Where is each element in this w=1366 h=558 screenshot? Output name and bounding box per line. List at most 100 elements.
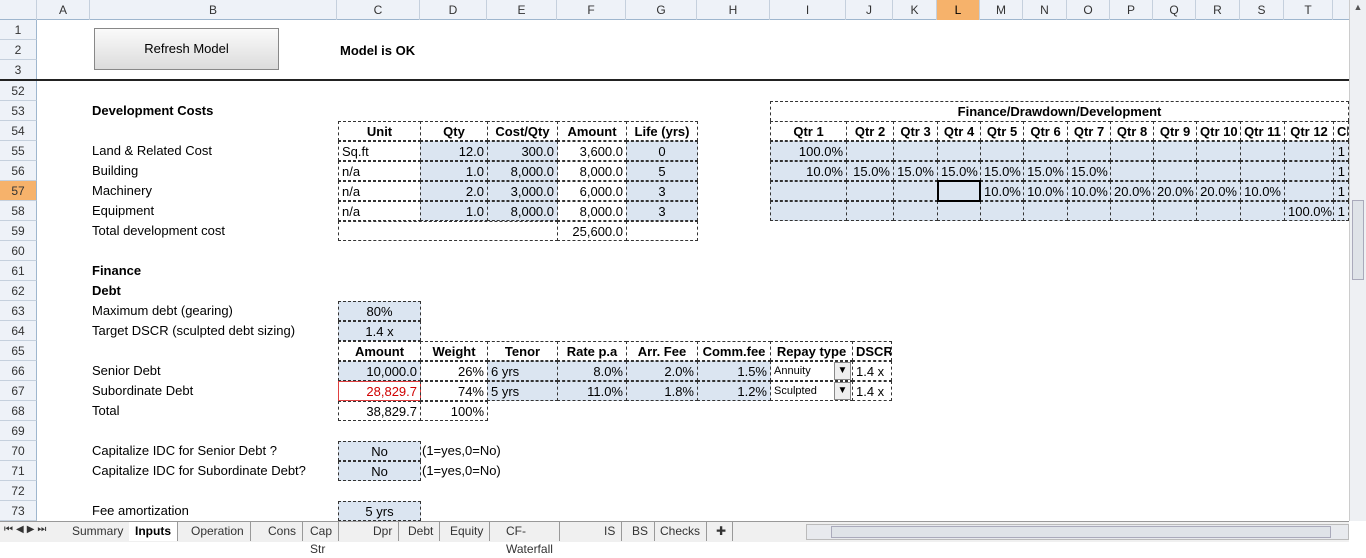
drawdown-cell[interactable]	[1240, 141, 1285, 161]
drawdown-cell[interactable]	[937, 201, 981, 221]
drawdown-cell[interactable]: 20.0%	[1110, 181, 1154, 201]
sheet-tab-bs[interactable]: BS	[626, 522, 656, 541]
drawdown-cell[interactable]: 15.0%	[1023, 161, 1068, 181]
sheet-tab-cons[interactable]: Cons	[262, 522, 304, 541]
senior-comm-fee-input[interactable]: 1.5%	[697, 361, 771, 381]
row-header[interactable]: 62	[0, 281, 37, 301]
row-header[interactable]: 63	[0, 301, 37, 321]
refresh-model-button[interactable]: Refresh Model	[94, 28, 279, 70]
row-header[interactable]: 58	[0, 201, 37, 221]
row-header[interactable]: 67	[0, 381, 37, 401]
senior-arr-fee-input[interactable]: 2.0%	[626, 361, 698, 381]
debt-total-amount[interactable]: 38,829.7	[338, 401, 421, 421]
dev-cost-cell[interactable]: 8,000.0	[487, 161, 558, 181]
sheet-tab-summary[interactable]: Summary	[66, 522, 131, 541]
row-header[interactable]: 3	[0, 60, 37, 80]
drawdown-cell[interactable]: 10.0%	[980, 181, 1024, 201]
col-header-h[interactable]: H	[697, 0, 770, 20]
drawdown-cell[interactable]	[893, 201, 938, 221]
sheet-tab-checks[interactable]: Checks	[654, 522, 708, 541]
drawdown-cell[interactable]	[846, 141, 894, 161]
drawdown-cell[interactable]	[1110, 141, 1154, 161]
drawdown-cell[interactable]: 1	[1333, 161, 1349, 181]
dev-qty-cell[interactable]: 1.0	[420, 201, 488, 221]
col-header-q[interactable]: Q	[1153, 0, 1196, 20]
sheet-tab-debt[interactable]: Debt	[402, 522, 441, 541]
dev-qty-cell[interactable]: 12.0	[420, 141, 488, 161]
drawdown-cell[interactable]	[937, 141, 981, 161]
drawdown-cell[interactable]: 100.0%	[1284, 201, 1334, 221]
dev-amount-cell[interactable]: 8,000.0	[557, 201, 627, 221]
row-header[interactable]: 68	[0, 401, 37, 421]
dev-life-cell[interactable]: 0	[626, 141, 698, 161]
row-header[interactable]: 61	[0, 261, 37, 281]
drawdown-cell[interactable]	[1067, 141, 1111, 161]
fee-amortization-input[interactable]: 5 yrs	[338, 501, 421, 521]
col-header-e[interactable]: E	[487, 0, 557, 20]
row-header[interactable]: 56	[0, 161, 37, 181]
sheet-tab-inputs[interactable]: Inputs	[129, 522, 178, 541]
col-header-k[interactable]: K	[893, 0, 937, 20]
row-header[interactable]: 70	[0, 441, 37, 461]
drawdown-cell[interactable]	[893, 141, 938, 161]
dev-amount-cell[interactable]: 8,000.0	[557, 161, 627, 181]
dev-cost-cell[interactable]: 3,000.0	[487, 181, 558, 201]
drawdown-cell[interactable]	[1196, 161, 1241, 181]
row-header[interactable]: 59	[0, 221, 37, 241]
drawdown-cell[interactable]	[1284, 161, 1334, 181]
drawdown-cell[interactable]	[1284, 141, 1334, 161]
drawdown-cell[interactable]: 15.0%	[1067, 161, 1111, 181]
sheet-tab-dpr[interactable]: Dpr	[367, 522, 400, 541]
dev-total-blank[interactable]	[338, 221, 558, 241]
row-header[interactable]: 2	[0, 40, 37, 60]
col-header-s[interactable]: S	[1240, 0, 1284, 20]
col-header-p[interactable]: P	[1110, 0, 1153, 20]
drawdown-cell[interactable]: 1	[1333, 201, 1349, 221]
drawdown-cell[interactable]	[846, 201, 894, 221]
drawdown-cell[interactable]: 10.0%	[1023, 181, 1068, 201]
drawdown-cell[interactable]	[1153, 161, 1197, 181]
row-header[interactable]: 60	[0, 241, 37, 261]
scroll-thumb[interactable]	[1352, 200, 1364, 280]
row-header[interactable]: 66	[0, 361, 37, 381]
drawdown-cell[interactable]	[1023, 141, 1068, 161]
drawdown-cell[interactable]	[770, 181, 847, 201]
dropdown-arrow-icon[interactable]: ▼	[834, 362, 851, 380]
drawdown-cell[interactable]: 100.0%	[770, 141, 847, 161]
subordinate-dscr[interactable]: 1.4 x	[852, 381, 892, 401]
row-header[interactable]: 1	[0, 20, 37, 40]
horizontal-scrollbar[interactable]	[806, 524, 1349, 540]
senior-dscr[interactable]: 1.4 x	[852, 361, 892, 381]
senior-rate-input[interactable]: 8.0%	[557, 361, 627, 381]
subordinate-weight[interactable]: 74%	[420, 381, 488, 401]
dev-qty-cell[interactable]: 2.0	[420, 181, 488, 201]
col-header-j[interactable]: J	[846, 0, 893, 20]
drawdown-cell[interactable]	[893, 181, 938, 201]
dev-total-life-blank[interactable]	[626, 221, 698, 241]
col-header-c[interactable]: C	[337, 0, 420, 20]
drawdown-cell[interactable]	[1110, 201, 1154, 221]
dev-cost-cell[interactable]: 8,000.0	[487, 201, 558, 221]
col-header-a[interactable]: A	[37, 0, 90, 20]
drawdown-cell[interactable]	[1067, 201, 1111, 221]
col-header-d[interactable]: D	[420, 0, 487, 20]
cap-idc-senior-input[interactable]: No	[338, 441, 421, 461]
drawdown-cell[interactable]	[1110, 161, 1154, 181]
drawdown-cell[interactable]: 15.0%	[893, 161, 938, 181]
drawdown-cell[interactable]: 15.0%	[980, 161, 1024, 181]
drawdown-cell[interactable]: 15.0%	[846, 161, 894, 181]
drawdown-cell[interactable]: 1	[1333, 141, 1349, 161]
active-cell-cursor[interactable]	[937, 180, 981, 202]
drawdown-cell[interactable]	[1284, 181, 1334, 201]
subordinate-arr-fee-input[interactable]: 1.8%	[626, 381, 698, 401]
dev-unit-cell[interactable]: Sq.ft	[338, 141, 421, 161]
sheet-tab-operation[interactable]: Operation	[185, 522, 251, 541]
subordinate-amount-cell[interactable]: 28,829.7	[338, 381, 421, 401]
dev-unit-cell[interactable]: n/a	[338, 181, 421, 201]
sheet-tab-is[interactable]: IS	[598, 522, 623, 541]
col-header-f[interactable]: F	[557, 0, 626, 20]
row-header[interactable]: 52	[0, 81, 37, 101]
row-header[interactable]: 53	[0, 101, 37, 121]
row-header[interactable]: 73	[0, 501, 37, 521]
target-dscr-input[interactable]: 1.4 x	[338, 321, 421, 341]
